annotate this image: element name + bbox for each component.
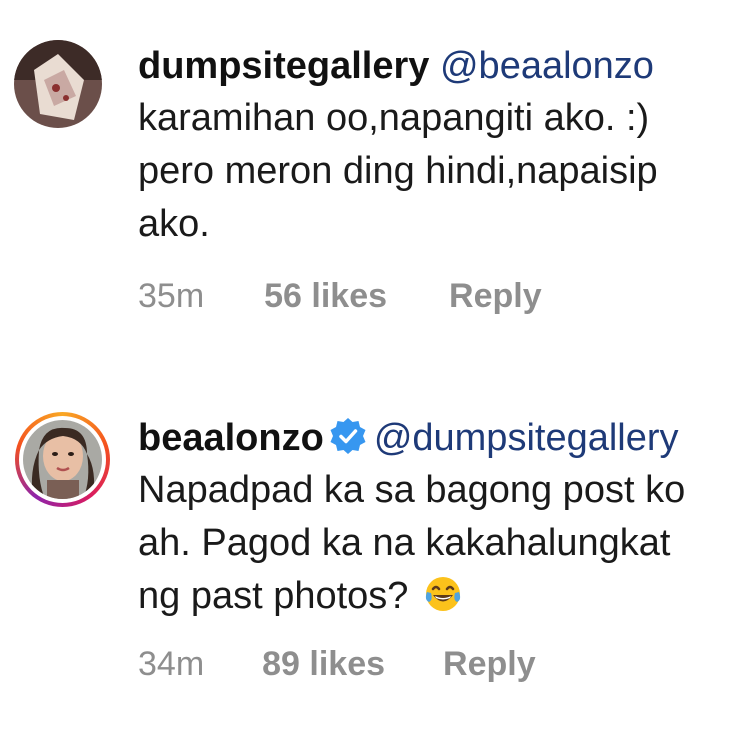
comment-text: karamihan oo,napangiti ako. :) pero mero… <box>138 92 738 251</box>
mention-link[interactable]: @beaalonzo <box>440 45 654 87</box>
comment-text-line: ng past photos? <box>138 575 409 617</box>
verified-badge-icon <box>328 416 368 456</box>
avatar[interactable] <box>14 40 102 128</box>
avatar[interactable] <box>15 412 110 507</box>
user-avatar-story-ring-icon <box>23 420 102 499</box>
reply-button[interactable]: Reply <box>443 645 536 684</box>
tears-of-joy-emoji-icon <box>423 574 463 614</box>
comment-text-line: ah. Pagod ka na kakahalungkat <box>138 522 671 564</box>
user-avatar-icon <box>14 40 102 128</box>
comment-body: dumpsitegallery @beaalonzo karamihan oo,… <box>138 40 738 316</box>
username[interactable]: beaalonzo <box>138 417 324 459</box>
comment-text: Napadpad ka sa bagong post ko ah. Pagod … <box>138 464 738 623</box>
comment-meta: 35m 56 likes Reply <box>138 277 738 316</box>
likes-count[interactable]: 89 likes <box>262 645 385 684</box>
comment-text-line: ako. <box>138 203 210 245</box>
reply-button[interactable]: Reply <box>449 277 542 316</box>
mention-link[interactable]: @dumpsitegallery <box>374 417 679 459</box>
timestamp: 34m <box>138 645 205 683</box>
comment-text-line: karamihan oo,napangiti ako. :) <box>138 97 650 139</box>
comment-text-line-with-emoji: ng past photos? <box>138 570 738 623</box>
likes-count[interactable]: 56 likes <box>264 277 387 316</box>
comment-body: beaalonzo @dumpsitegallery Napadpad ka s… <box>138 412 738 684</box>
timestamp: 35m <box>138 277 205 315</box>
comment-text-line: Napadpad ka sa bagong post ko <box>138 469 686 511</box>
comment-meta: 34m 89 likes Reply <box>138 645 738 684</box>
username[interactable]: dumpsitegallery <box>138 45 429 87</box>
comment-text-line: pero meron ding hindi,napaisip <box>138 150 658 192</box>
